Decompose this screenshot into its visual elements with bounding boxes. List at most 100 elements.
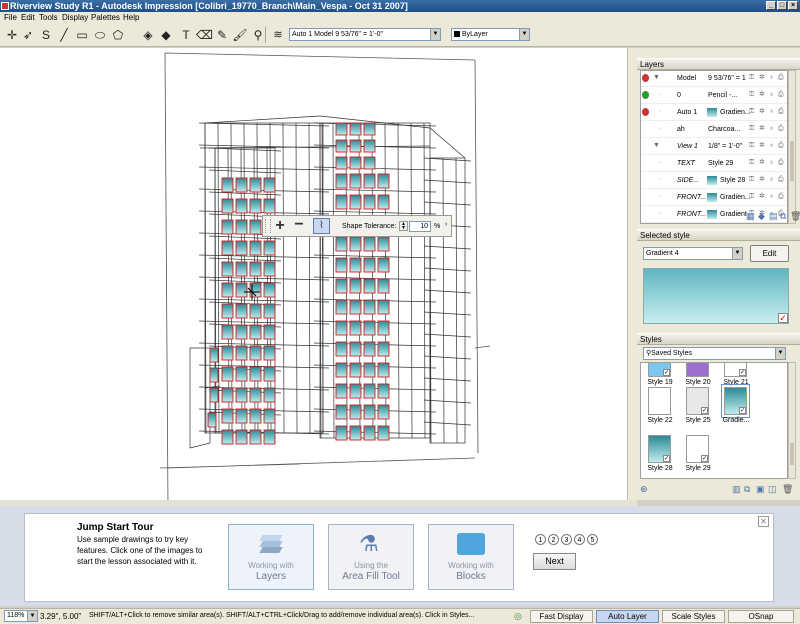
selected-style-header[interactable]: Selected style [637,229,800,241]
visibility-icon[interactable]: ✲ [759,142,766,150]
print-icon[interactable]: ⎙ [778,193,785,201]
layer-row[interactable]: · SIDE... Style 28 ⚿ ✲ ♁ ⎙ [641,173,787,189]
expand-icon[interactable]: ▼ [653,142,660,150]
text-icon[interactable]: T [178,27,194,43]
add-area-icon[interactable]: + [272,218,288,234]
menu-edit[interactable]: Edit [21,13,35,22]
lock-icon[interactable]: ⚿ [749,74,756,82]
layer-row[interactable]: · Auto 1 Gradien... ⚿ ✲ ♁ ⎙ [641,105,787,121]
step-1[interactable]: 1 [535,534,546,545]
visibility-icon[interactable]: ✲ [759,125,766,133]
styles-filter-combo[interactable]: ⚲Saved Styles ▼ [643,347,786,360]
lightbulb-icon[interactable]: ♁ [769,142,776,150]
lightbulb-icon[interactable]: ♁ [769,176,776,184]
polygon-icon[interactable]: ⬠ [110,27,126,43]
remove-area-icon[interactable]: − [291,217,307,234]
title-bar[interactable]: Riverview Study R1 - Autodesk Impression… [0,0,800,12]
lightbulb-icon[interactable]: ♁ [769,108,776,116]
osnap-button[interactable]: OSnap [728,610,794,623]
style-check-icon[interactable]: ✓ [701,407,708,414]
layer-move-icon[interactable]: ◆ [758,211,765,222]
close-tour-icon[interactable]: ✕ [758,516,769,527]
chevron-right-icon[interactable]: › [445,221,447,228]
menu-palettes[interactable]: Palettes [91,13,120,22]
folder-icon[interactable]: ▣ [756,484,765,495]
style-tile[interactable]: ✓ [648,435,671,463]
style-check-icon[interactable]: ✓ [739,369,746,376]
tolerance-spinner[interactable]: ▲ ▼ [399,221,408,231]
brush-icon[interactable]: 🖌 [232,27,248,43]
save-style-icon[interactable]: ◫ [768,484,777,495]
visibility-icon[interactable]: ✲ [759,193,766,201]
visibility-icon[interactable]: ✲ [759,74,766,82]
trash-icon[interactable]: 🗑 [782,484,793,495]
menu-tools[interactable]: Tools [39,13,58,22]
shape-tolerance-icon[interactable]: ⌇ [313,218,330,234]
style-tile[interactable] [686,363,709,377]
lesson-blocks-button[interactable]: Working with Blocks [428,524,514,590]
color-combo[interactable]: ByLayer ▼ [451,28,530,41]
curve-icon[interactable]: S [38,27,54,43]
duplicate-style-icon[interactable]: ⧉ [744,484,750,495]
lock-icon[interactable]: ⚿ [749,193,756,201]
step-5[interactable]: 5 [587,534,598,545]
grip-handle[interactable] [265,219,271,233]
layers-stack-icon[interactable]: ≋ [270,27,286,43]
style-check-icon[interactable]: ✓ [663,455,670,462]
lightbulb-icon[interactable]: ♁ [769,193,776,201]
lesson-area-fill-button[interactable]: ⚗ Using the Area Fill Tool [328,524,414,590]
canvas-vertical-scrollbar[interactable] [627,48,637,500]
layer-row[interactable]: ▼ View 1 1/8" = 1'-0" ⚿ ✲ ♁ ⎙ [641,139,787,155]
print-icon[interactable]: ⎙ [778,91,785,99]
visibility-icon[interactable]: ✲ [759,176,766,184]
style-tile[interactable]: ✓ [724,363,747,377]
print-icon[interactable]: ⎙ [778,108,785,116]
auto-layer-button[interactable]: Auto Layer [596,610,659,623]
lock-icon[interactable]: ⚿ [749,108,756,116]
lock-icon[interactable]: ⚿ [749,91,756,99]
tolerance-input[interactable]: 10 [409,221,431,232]
expand-icon[interactable]: ▼ [653,74,660,82]
lightbulb-icon[interactable]: ♁ [769,74,776,82]
next-button[interactable]: Next [533,553,576,570]
step-2[interactable]: 2 [548,534,559,545]
layer-row[interactable]: ▼ Model 9 53/76" = 1'-0"⚿✲♁⎙ [641,71,787,87]
rectangle-icon[interactable]: ▭ [74,27,90,43]
new-style-icon[interactable]: ▥ [732,484,741,495]
minimize-button[interactable]: _ [766,1,776,10]
style-tile[interactable]: ✓ [686,435,709,463]
trash-icon[interactable]: 🗑 [790,211,800,222]
lock-icon[interactable]: ⚿ [749,159,756,167]
lesson-layers-button[interactable]: Working with Layers [228,524,314,590]
maximize-button[interactable]: □ [777,1,787,10]
drawing-canvas[interactable] [0,48,627,500]
layer-scale-combo[interactable]: Auto 1 Model 9 53/76" = 1'-0" ▼ [289,28,441,41]
style-tile[interactable]: ✓ [721,384,750,418]
lightbulb-icon[interactable]: ♁ [769,125,776,133]
zoom-combo[interactable]: 118% ▼ [4,610,38,622]
scale-styles-button[interactable]: Scale Styles [662,610,725,623]
layers-scroll-thumb[interactable] [790,141,794,181]
lock-icon[interactable]: ⚿ [749,142,756,150]
area-fill-icon[interactable]: ◈ [140,27,156,43]
print-icon[interactable]: ⎙ [778,159,785,167]
edit-style-button[interactable]: Edit [750,245,789,262]
print-icon[interactable]: ⎙ [778,176,785,184]
layer-row[interactable]: · 0 Pencil -... ⚿ ✲ ♁ ⎙ [641,88,787,104]
styles-grid[interactable]: ✓ Style 19 Style 20 ✓ Style 21 Style 22 ✓ Style… [640,362,788,479]
layers-list[interactable]: ▼Model9 53/76" = 1'-0"⚿✲♁⎙·0Pencil -...⚿… [640,70,788,224]
select-icon[interactable]: ✛ [4,27,20,43]
fast-display-button[interactable]: Fast Display [530,610,593,623]
layer-copy-icon[interactable]: ⧉ [780,211,786,222]
print-icon[interactable]: ⎙ [778,74,785,82]
lock-icon[interactable]: ⚿ [749,176,756,184]
print-icon[interactable]: ⎙ [778,125,785,133]
style-check-icon[interactable]: ✓ [739,407,746,414]
menu-help[interactable]: Help [123,13,139,22]
pencil-icon[interactable]: ✎ [214,27,230,43]
style-tile[interactable] [648,387,671,415]
layer-row[interactable]: · ah Charcoa... ⚿ ✲ ♁ ⎙ [641,122,787,138]
stamp-icon[interactable]: ⚲ [250,27,266,43]
lightbulb-icon[interactable]: ♁ [769,91,776,99]
shape-fill-icon[interactable]: ◆ [158,27,174,43]
